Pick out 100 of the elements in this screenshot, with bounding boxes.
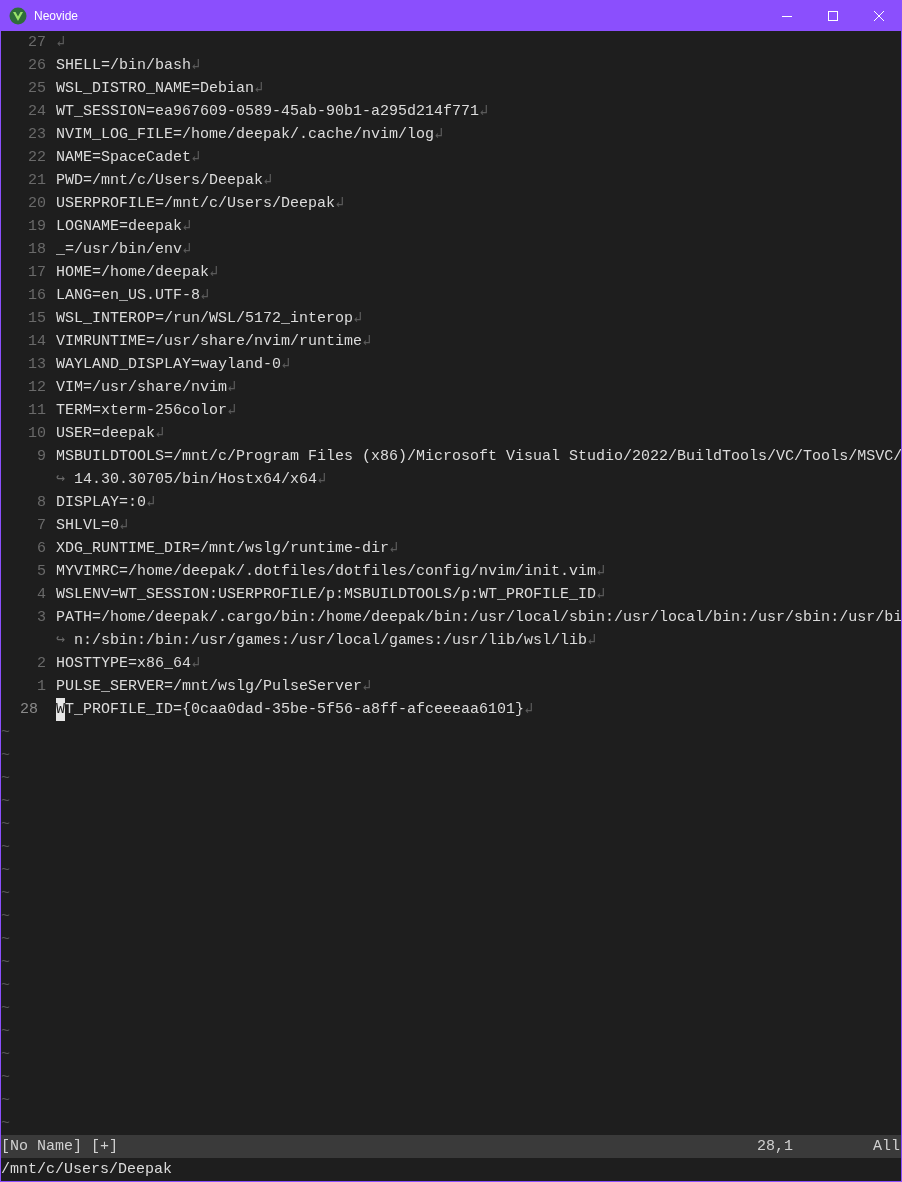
- line-number: 4: [36, 585, 47, 605]
- eol-marker: ↲: [362, 677, 372, 697]
- code-line: USER=deepak: [56, 424, 156, 444]
- scroll-position: All: [873, 1137, 900, 1157]
- code-line: PULSE_SERVER=/mnt/wslg/PulseServer: [56, 677, 363, 697]
- code-line: T_PROFILE_ID={0caa0dad-35be-5f56-a8ff-afceeeaa6101}: [65, 700, 525, 720]
- eol-marker: ↲: [155, 424, 165, 444]
- empty-line-tilde: ~: [1, 976, 10, 996]
- empty-line-tilde: ~: [1, 861, 10, 881]
- cursor-position: 28,1: [756, 1137, 793, 1157]
- code-line: MYVIMRC=/home/deepak/.dotfiles/dotfiles/config/nvim/init.vim: [56, 562, 597, 582]
- line-number: 1: [36, 677, 47, 697]
- command-line: /mnt/c/Users/Deepak: [1, 1160, 173, 1180]
- line-number: 13: [27, 355, 47, 375]
- line-number: 12: [27, 378, 47, 398]
- eol-marker: ↲: [479, 102, 489, 122]
- eol-marker: ↲: [317, 470, 327, 490]
- line-number: 25: [27, 79, 47, 99]
- empty-line-tilde: ~: [1, 953, 10, 973]
- empty-line-tilde: ~: [1, 815, 10, 835]
- line-number: 15: [27, 309, 47, 329]
- empty-line-tilde: ~: [1, 999, 10, 1019]
- code-line: WT_SESSION=ea967609-0589-45ab-90b1-a295d214f771: [56, 102, 480, 122]
- eol-marker: ↲: [254, 79, 264, 99]
- wrap-marker: ↪: [56, 470, 67, 490]
- line-number: 6: [36, 539, 47, 559]
- empty-line-tilde: ~: [1, 769, 10, 789]
- eol-marker: ↲: [587, 631, 597, 651]
- code-line: NVIM_LOG_FILE=/home/deepak/.cache/nvim/log: [56, 125, 435, 145]
- window-title: Neovide: [34, 7, 79, 25]
- eol-marker: ↲: [353, 309, 363, 329]
- code-line: SHELL=/bin/bash: [56, 56, 192, 76]
- eol-marker: ↲: [146, 493, 156, 513]
- code-line: VIMRUNTIME=/usr/share/nvim/runtime: [56, 332, 363, 352]
- code-line: n:/sbin:/bin:/usr/games:/usr/local/games:/usr/lib/wsl/lib: [74, 631, 588, 651]
- eol-marker: ↲: [182, 240, 192, 260]
- line-number: 20: [27, 194, 47, 214]
- code-line: TERM=xterm-256color: [56, 401, 228, 421]
- eol-marker: ↲: [362, 332, 372, 352]
- line-number: 22: [27, 148, 47, 168]
- code-line: NAME=SpaceCadet: [56, 148, 192, 168]
- eol-marker: ↲: [191, 148, 201, 168]
- line-number: 26: [27, 56, 47, 76]
- eol-marker: ↲: [191, 56, 201, 76]
- empty-line-tilde: ~: [1, 838, 10, 858]
- line-number: 16: [27, 286, 47, 306]
- eol-marker: ↲: [389, 539, 399, 559]
- wrap-marker: ↪: [56, 631, 67, 651]
- empty-line-tilde: ~: [1, 930, 10, 950]
- eol-marker: ↲: [281, 355, 291, 375]
- empty-line-tilde: ~: [1, 1068, 10, 1088]
- eol-marker: ↲: [119, 516, 129, 536]
- line-number: 21: [27, 171, 47, 191]
- code-line: WSL_DISTRO_NAME=Debian: [56, 79, 255, 99]
- line-number: 23: [27, 125, 47, 145]
- code-line: HOSTTYPE=x86_64: [56, 654, 192, 674]
- empty-line-tilde: ~: [1, 1045, 10, 1065]
- code-line: DISPLAY=:0: [56, 493, 146, 513]
- empty-line-tilde: ~: [1, 792, 10, 812]
- line-number: 9: [36, 447, 47, 467]
- line-number: 14: [27, 332, 47, 352]
- eol-marker: ↲: [227, 378, 237, 398]
- code-line: HOME=/home/deepak: [56, 263, 210, 283]
- close-icon: [874, 10, 884, 21]
- line-number: 28: [19, 700, 39, 720]
- empty-line-tilde: ~: [1, 1022, 10, 1042]
- eol-marker: ↲: [263, 171, 273, 191]
- eol-marker: ↲: [209, 263, 219, 283]
- code-line: SHLVL=0: [56, 516, 119, 536]
- eol-marker: ↲: [335, 194, 345, 214]
- empty-line-tilde: ~: [1, 884, 10, 904]
- eol-marker: ↲: [56, 33, 66, 53]
- line-number: 5: [36, 562, 47, 582]
- code-line: PWD=/mnt/c/Users/Deepak: [56, 171, 264, 191]
- empty-line-tilde: ~: [1, 1091, 10, 1111]
- eol-marker: ↲: [434, 125, 444, 145]
- empty-line-tilde: ~: [1, 1114, 10, 1134]
- line-number: 7: [36, 516, 47, 536]
- maximize-icon: [828, 10, 838, 21]
- line-number: 19: [27, 217, 47, 237]
- code-line: VIM=/usr/share/nvim: [56, 378, 228, 398]
- code-line: LANG=en_US.UTF-8: [56, 286, 201, 306]
- app-logo-icon: [9, 6, 27, 25]
- line-number: 11: [27, 401, 47, 421]
- line-number: 17: [27, 263, 47, 283]
- code-line: PATH=/home/deepak/.cargo/bin:/home/deepak/bin:/usr/local/sbin:/usr/local/bin:/usr/sbin:/usr/bi: [56, 608, 901, 628]
- code-line: LOGNAME=deepak: [56, 217, 183, 237]
- line-number: 24: [27, 102, 47, 122]
- code-line: 14.30.30705/bin/Hostx64/x64: [74, 470, 318, 490]
- empty-line-tilde: ~: [1, 723, 10, 743]
- eol-marker: ↲: [524, 700, 534, 720]
- eol-marker: ↲: [227, 401, 237, 421]
- empty-line-tilde: ~: [1, 746, 10, 766]
- code-line: USERPROFILE=/mnt/c/Users/Deepak: [56, 194, 336, 214]
- line-number: 27: [27, 33, 47, 53]
- line-number: 2: [36, 654, 47, 674]
- code-line: _=/usr/bin/env: [56, 240, 183, 260]
- empty-line-tilde: ~: [1, 907, 10, 927]
- line-number: 8: [36, 493, 47, 513]
- file-name: [No Name] [+]: [1, 1137, 119, 1157]
